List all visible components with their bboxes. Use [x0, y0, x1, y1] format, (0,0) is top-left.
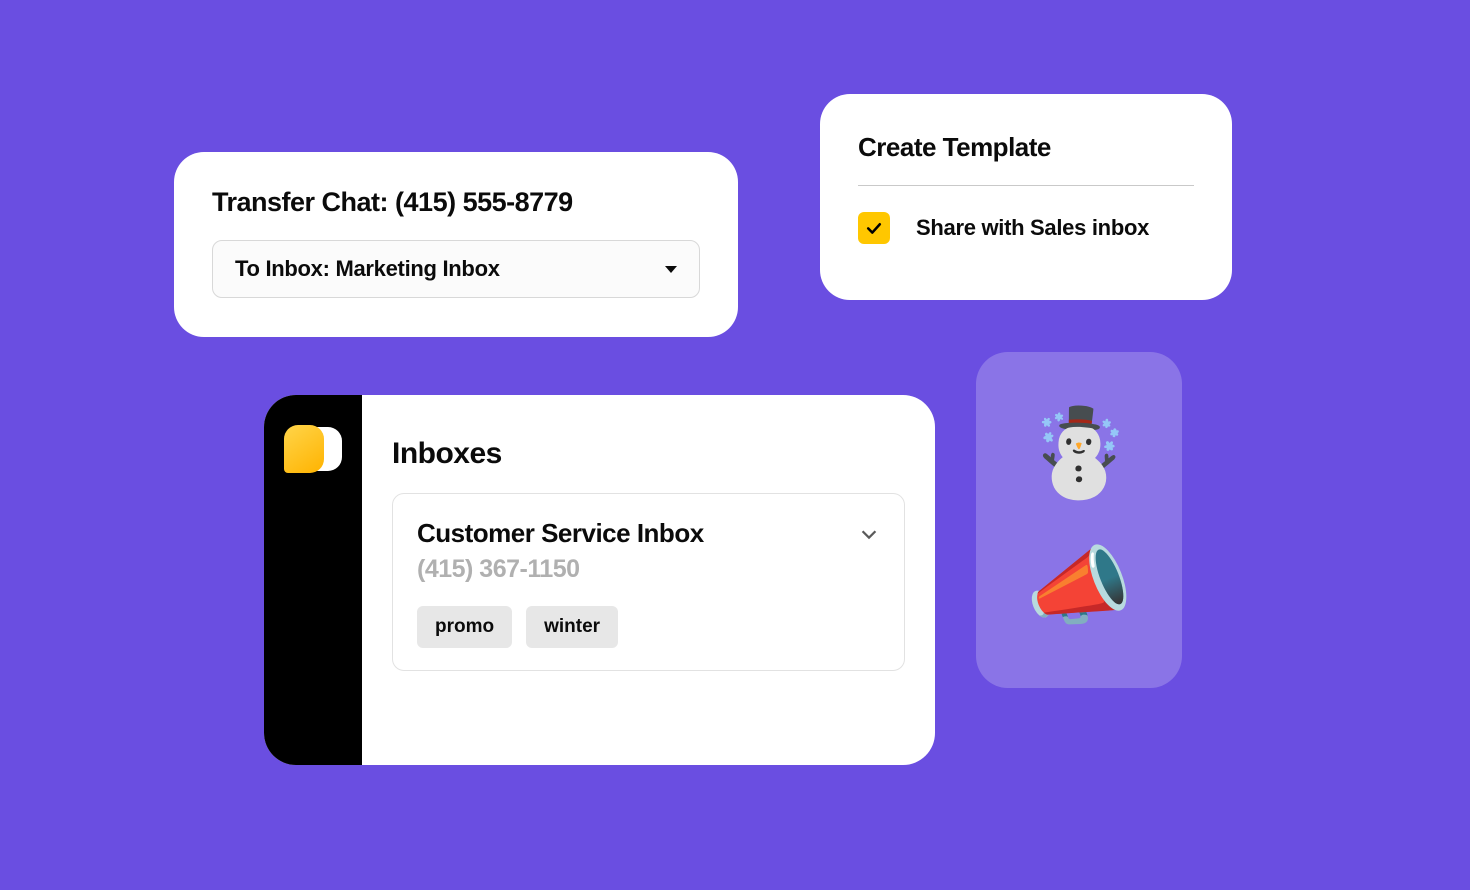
divider: [858, 185, 1194, 186]
to-inbox-select-label: To Inbox: Marketing Inbox: [235, 256, 500, 282]
share-checkbox-row: Share with Sales inbox: [858, 212, 1194, 244]
to-inbox-select[interactable]: To Inbox: Marketing Inbox: [212, 240, 700, 298]
inbox-item[interactable]: Customer Service Inbox (415) 367-1150 pr…: [392, 493, 905, 671]
chevron-down-icon[interactable]: [858, 523, 880, 545]
inboxes-title: Inboxes: [392, 437, 905, 471]
share-checkbox-label: Share with Sales inbox: [916, 215, 1149, 241]
check-icon: [864, 218, 884, 238]
inboxes-sidebar: [264, 395, 362, 765]
inbox-name: Customer Service Inbox: [417, 518, 704, 549]
inbox-item-head: Customer Service Inbox: [417, 518, 880, 549]
create-template-card: Create Template Share with Sales inbox: [820, 94, 1232, 300]
caret-down-icon: [665, 266, 677, 273]
transfer-chat-card: Transfer Chat: (415) 555-8779 To Inbox: …: [174, 152, 738, 337]
megaphone-icon: 📣: [1025, 544, 1132, 630]
inboxes-card: Inboxes Customer Service Inbox (415) 367…: [264, 395, 935, 765]
create-template-title: Create Template: [858, 132, 1194, 163]
emoji-pill: ☃️ 📣: [976, 352, 1182, 688]
transfer-chat-title: Transfer Chat: (415) 555-8779: [212, 187, 700, 218]
inbox-tags: promo winter: [417, 606, 880, 648]
tag-promo[interactable]: promo: [417, 606, 512, 648]
snowman-icon: ☃️: [1025, 410, 1132, 496]
app-logo-icon: [284, 425, 342, 483]
inbox-phone: (415) 367-1150: [417, 555, 880, 584]
tag-winter[interactable]: winter: [526, 606, 618, 648]
inboxes-main: Inboxes Customer Service Inbox (415) 367…: [362, 395, 935, 765]
share-checkbox[interactable]: [858, 212, 890, 244]
